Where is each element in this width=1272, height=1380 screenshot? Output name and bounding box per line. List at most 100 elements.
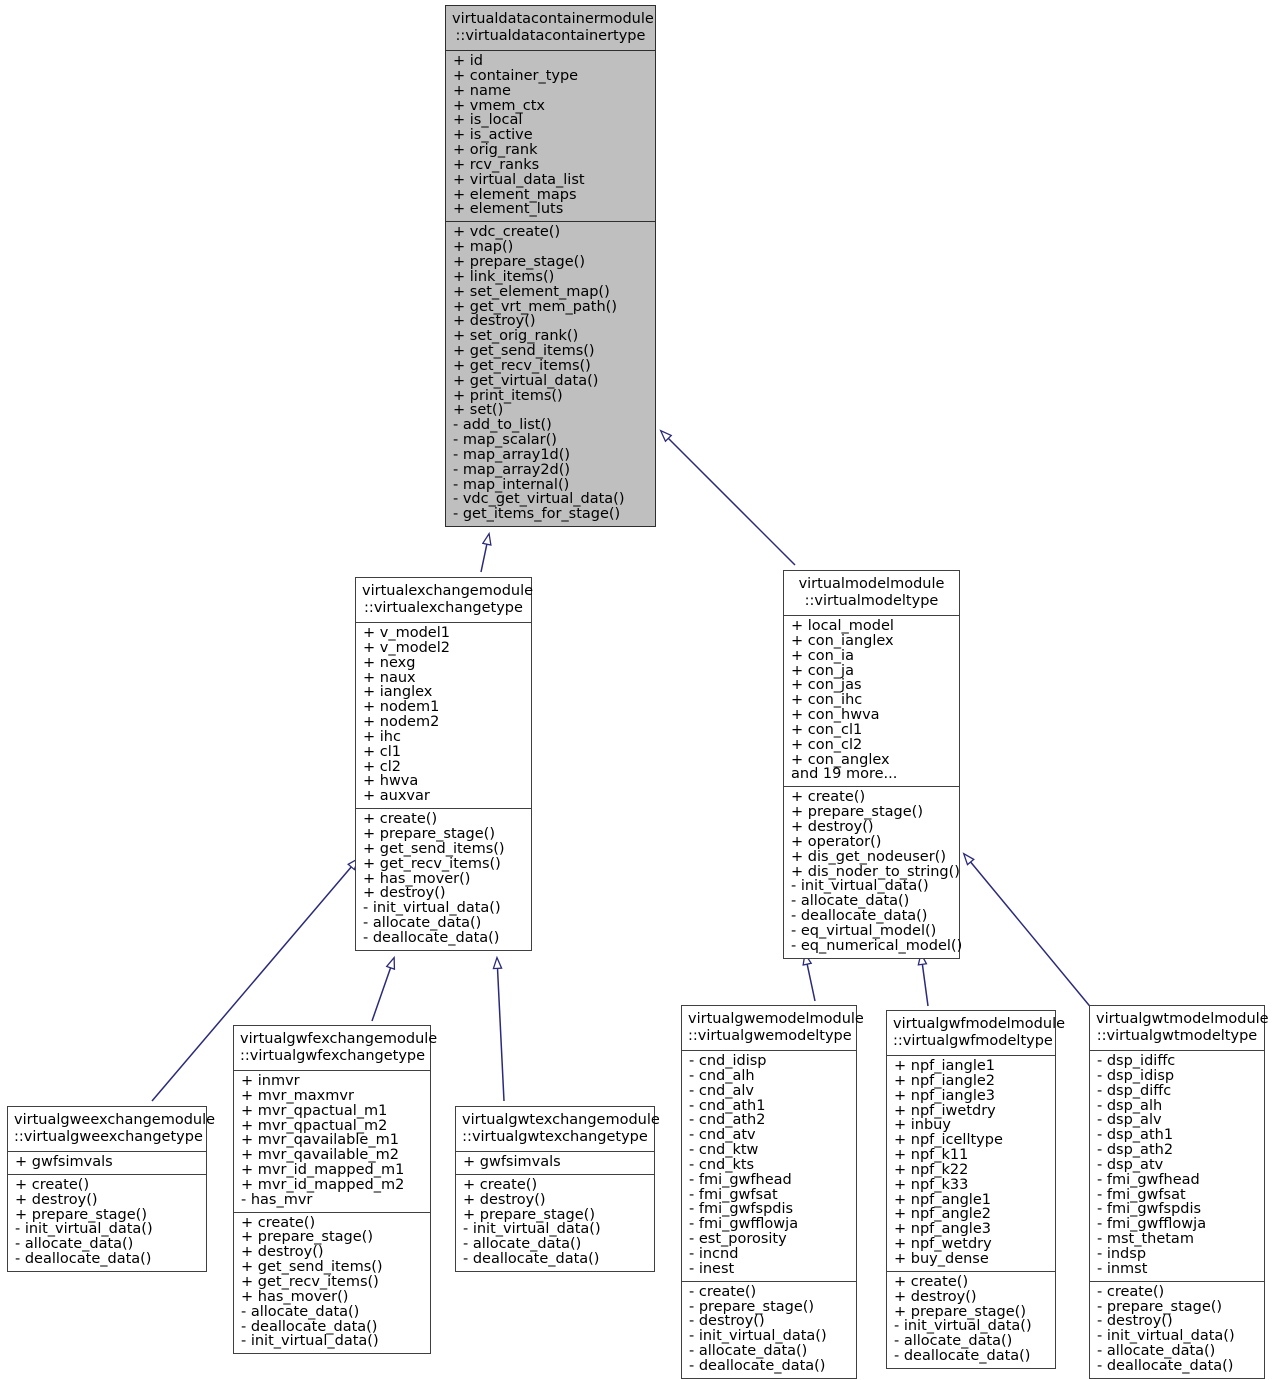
class-method-item: - allocate_data() [15, 1236, 134, 1253]
class-attribute-list: + gwfsimvals [463, 1155, 648, 1170]
class-attribute-item: + npf_iangle1 [894, 1058, 995, 1074]
class-attribute-item: + id [453, 53, 483, 69]
uml-class-vgwte[interactable]: virtualgwtexchangemodule ::virtualgwtexc… [455, 1106, 660, 1272]
class-method-item: + has_mover() [363, 870, 471, 887]
class-attribute-item: - dsp_alv [1097, 1112, 1162, 1129]
uml-class-vexg[interactable]: virtualexchangemodule ::virtualexchanget… [355, 577, 533, 951]
class-attribute-item: - fmi_gwfflowja [689, 1216, 799, 1233]
class-method-list: + create() + prepare_stage() + destroy() + … [241, 1215, 424, 1350]
class-attribute-item: - cnd_ath1 [689, 1097, 766, 1114]
class-method-list: + create() + destroy() + prepare_stage() - … [463, 1176, 648, 1268]
class-attribute-item: - fmi_gwfsat [689, 1186, 778, 1203]
uml-class-vgwfm[interactable]: virtualgwfmodelmodule ::virtualgwfmodelt… [886, 1010, 1066, 1369]
class-method-list: + create() + prepare_stage() + get_send_it… [363, 812, 525, 946]
class-attribute-item: + npf_wetdry [894, 1236, 992, 1253]
uml-class-vmodel[interactable]: virtualmodelmodule ::virtualmodeltype + l… [783, 570, 962, 959]
class-attribute-item: + npf_icelltype [894, 1132, 1003, 1149]
class-attribute-item: + nodem1 [363, 699, 440, 716]
class-method-item: + set_element_map() [453, 283, 610, 300]
class-method-item: + get_vrt_mem_path() [453, 298, 617, 315]
class-method-item: + create() [791, 789, 866, 806]
class-attribute-list: + id + container_type + name + vmem_ctx + is… [453, 54, 649, 217]
uml-class-vgwtm[interactable]: virtualgwtmodelmodule ::virtualgwtmodelt… [1089, 1005, 1269, 1379]
class-method: - create() - prepare_stage() - destroy() - … [682, 1282, 856, 1378]
class-attribute-item: + inmvr [241, 1073, 300, 1089]
class-attribute-item: + is_local [453, 112, 523, 129]
class-method-item: - get_items_for_stage() [453, 506, 621, 523]
class-attribute-item: - inmst [1097, 1260, 1148, 1277]
class-method-item: - deallocate_data() [241, 1318, 378, 1335]
class-title: virtualgweexchangemodule ::virtualgweexc… [14, 1112, 216, 1145]
uml-class-vgwem[interactable]: virtualgwemodelmodule ::virtualgwemodelt… [681, 1005, 864, 1379]
class-attribute-item: + ianglex [363, 684, 433, 701]
class-attribute-item: - dsp_atv [1097, 1156, 1164, 1173]
class-method-item: + operator() [791, 833, 882, 850]
class-title: virtualgwfmodelmodule ::virtualgwfmodelt… [893, 1016, 1066, 1049]
class-attribute-item: - fmi_gwfflowja [1097, 1216, 1207, 1233]
uml-class-vdc[interactable]: virtualdatacontainermodule ::virtualdata… [445, 5, 656, 528]
class-method: + create() + prepare_stage() + destroy() + … [234, 1213, 430, 1354]
class-method-item: - map_scalar() [453, 432, 557, 449]
class-method: - create() - prepare_stage() - destroy() - … [1090, 1282, 1264, 1378]
class-method-item: - deallocate_data() [463, 1251, 600, 1268]
class-attribute-item: + mvr_qavailable_m1 [241, 1132, 399, 1149]
class-method-item: - init_virtual_data() [363, 900, 501, 917]
class-attribute-item: + v_model2 [363, 639, 450, 656]
class-method-item: - init_virtual_data() [791, 878, 929, 895]
class-attribute-item: - fmi_gwfsat [1097, 1186, 1186, 1203]
class-method-item: + vdc_create() [453, 224, 561, 241]
class-attribute: - cnd_idisp - cnd_alh - cnd_alv - cnd_ath1-… [682, 1051, 856, 1281]
edge-vmodel-to-vdc [661, 431, 796, 566]
class-method-item: + create() [894, 1273, 969, 1290]
class-attribute-item: + name [453, 82, 511, 99]
class-attribute-item: + gwfsimvals [15, 1154, 113, 1170]
class-method-item: - init_virtual_data() [1097, 1328, 1235, 1345]
uml-class-vgwfe[interactable]: virtualgwfexchangemodule ::virtualgwfexc… [233, 1025, 438, 1355]
class-attribute-item: + npf_k11 [894, 1147, 969, 1164]
uml-class-vgwee[interactable]: virtualgweexchangemodule ::virtualgweexc… [7, 1106, 216, 1272]
class-attribute: + inmvr + mvr_maxmvr + mvr_qpactual_m1 + mv… [234, 1071, 430, 1212]
class-title: virtualgwfexchangemodule ::virtualgwfexc… [240, 1031, 438, 1064]
class-attribute-item: - has_mvr [241, 1191, 313, 1208]
class-method-item: + prepare_stage() [894, 1303, 1026, 1320]
class-method-item: - map_internal() [453, 476, 570, 493]
class-method-item: + prepare_stage() [363, 825, 495, 842]
class-attribute-item: - dsp_ath2 [1097, 1142, 1174, 1159]
class-method-item: + dis_noder_to_string() [791, 863, 960, 880]
class-attribute: - dsp_idiffc - dsp_idisp - dsp_diffc - dsp_… [1090, 1051, 1264, 1281]
edge-vgwfm-to-vmodel [921, 954, 929, 1007]
class-method-item: + print_items() [453, 387, 563, 404]
class-method-item: + get_send_items() [363, 840, 505, 857]
class-attribute-item: - dsp_idiffc [1097, 1053, 1176, 1069]
class-method-item: + set_orig_rank() [453, 328, 579, 345]
class-attribute-item: + con_cl1 [791, 721, 863, 738]
class-attribute-item: + npf_iangle2 [894, 1072, 995, 1089]
class-method-item: + set() [453, 402, 504, 419]
class-title: virtualgwtmodelmodule ::virtualgwtmodelt… [1096, 1011, 1269, 1044]
class-attribute-item: + virtual_data_list [453, 171, 585, 188]
class-attribute-item: + rcv_ranks [453, 156, 540, 173]
class-method-item: + create() [463, 1176, 538, 1193]
class-method-item: - allocate_data() [241, 1303, 360, 1320]
class-attribute-item: - cnd_alv [689, 1082, 754, 1099]
class-method-item: + prepare_stage() [791, 804, 923, 821]
class-attribute-item: + element_maps [453, 186, 577, 203]
class-method: + create() + destroy() + prepare_stage() - … [887, 1272, 1055, 1368]
class-method-item: - init_virtual_data() [15, 1221, 153, 1238]
class-attribute: + gwfsimvals [456, 1152, 654, 1174]
class-method-item: - prepare_stage() [689, 1298, 815, 1315]
class-method-item: - destroy() [1097, 1313, 1173, 1330]
class-attribute-item: + v_model1 [363, 625, 450, 641]
class-method-item: + get_virtual_data() [453, 372, 599, 389]
class-method-item: + get_recv_items() [241, 1273, 379, 1290]
class-attribute-list: + gwfsimvals [15, 1155, 200, 1170]
class-method-item: - prepare_stage() [1097, 1298, 1223, 1315]
class-title: virtualmodelmodule ::virtualmodeltype [798, 576, 945, 609]
class-attribute-item: - dsp_alh [1097, 1097, 1163, 1114]
class-method-item: + destroy() [453, 313, 536, 330]
class-attribute-item: + naux [363, 669, 416, 686]
class-attribute-item: + buy_dense [894, 1250, 989, 1267]
class-attribute-item: - cnd_atv [689, 1127, 756, 1144]
class-method-item: + create() [15, 1176, 90, 1193]
class-method-item: - deallocate_data() [689, 1357, 826, 1374]
